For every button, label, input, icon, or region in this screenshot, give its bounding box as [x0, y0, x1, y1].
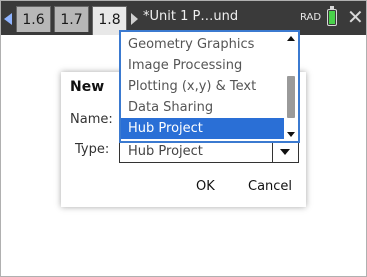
calculator-screen: 1.6 1.7 1.8 *Unit 1 P…und RAD ✕ New Name… — [0, 0, 367, 277]
cancel-button[interactable]: Cancel — [248, 179, 292, 194]
dropdown-option-data-sharing[interactable]: Data Sharing — [121, 97, 284, 118]
type-select[interactable]: Hub Project — [119, 140, 299, 163]
name-label: Name: — [70, 112, 113, 127]
tab-1-7[interactable]: 1.7 — [54, 6, 89, 32]
dialog-title: New — [70, 79, 105, 95]
dropdown-option-hub-project[interactable]: Hub Project — [121, 118, 284, 139]
chevron-down-icon[interactable] — [272, 141, 298, 162]
ok-button[interactable]: OK — [196, 179, 215, 194]
scroll-up-icon[interactable] — [287, 36, 295, 41]
angle-mode-indicator: RAD — [300, 12, 322, 23]
type-dropdown-list[interactable]: Geometry Graphics Image Processing Plott… — [119, 30, 300, 143]
dropdown-option-image-processing[interactable]: Image Processing — [121, 55, 284, 76]
dropdown-option-plotting[interactable]: Plotting (x,y) & Text — [121, 76, 284, 97]
scrollbar-thumb[interactable] — [287, 76, 295, 118]
scroll-down-icon[interactable] — [287, 132, 295, 137]
battery-icon — [327, 6, 337, 26]
scroll-tabs-left-icon[interactable] — [4, 13, 12, 25]
document-title: *Unit 1 P…und — [143, 9, 239, 24]
dropdown-option-geometry-graphics[interactable]: Geometry Graphics — [121, 34, 284, 55]
dropdown-scrollbar[interactable] — [284, 32, 298, 141]
type-select-value: Hub Project — [128, 144, 203, 159]
battery-level — [329, 11, 335, 24]
close-icon[interactable]: ✕ — [347, 7, 364, 27]
scroll-tabs-right-icon[interactable] — [131, 13, 138, 25]
tab-1-6[interactable]: 1.6 — [16, 6, 51, 32]
type-label: Type: — [75, 142, 110, 157]
